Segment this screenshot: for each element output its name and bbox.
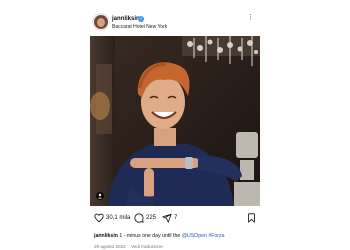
more-icon[interactable]: ⋮ xyxy=(247,14,254,21)
instagram-post: jannliksin ✓ Baccarat Hotel New York ⋮ 3… xyxy=(90,12,260,249)
heart-icon xyxy=(94,213,104,223)
verified-badge-icon: ✓ xyxy=(138,16,144,22)
caption-mention[interactable]: @USOpen xyxy=(182,233,207,239)
photo-illustration xyxy=(90,36,260,206)
comment-icon xyxy=(134,213,144,223)
post-caption: jannliksin 1 - minus one day until the @… xyxy=(94,233,262,240)
save-button[interactable] xyxy=(247,212,256,224)
post-date: 28 agosto 2022 xyxy=(94,244,126,249)
post-meta: 28 agosto 2022 Vedi traduzione xyxy=(94,244,163,250)
bookmark-icon xyxy=(248,213,255,223)
translate-link[interactable]: Vedi traduzione xyxy=(131,244,163,249)
avatar[interactable] xyxy=(94,15,108,29)
comment-count[interactable]: 225 xyxy=(146,212,156,224)
caption-text: 1 - minus one day until the xyxy=(119,233,181,239)
user-tag-icon[interactable] xyxy=(96,192,104,200)
share-count[interactable]: 7 xyxy=(174,212,177,224)
share-button[interactable]: 7 xyxy=(162,212,177,224)
caption-hashtag[interactable]: #Forza xyxy=(208,233,224,239)
location[interactable]: Baccarat Hotel New York xyxy=(112,24,167,30)
like-count[interactable]: 30,1 mila xyxy=(106,212,130,224)
post-header: jannliksin ✓ Baccarat Hotel New York ⋮ xyxy=(90,12,260,34)
action-bar: 30,1 mila 225 7 xyxy=(90,212,260,224)
avatar-face xyxy=(97,18,105,27)
like-button[interactable]: 30,1 mila xyxy=(94,212,130,224)
send-icon xyxy=(162,213,172,223)
post-photo[interactable] xyxy=(90,36,260,206)
comment-button[interactable]: 225 xyxy=(134,212,156,224)
caption-username[interactable]: jannliksin xyxy=(94,233,118,239)
username[interactable]: jannliksin xyxy=(112,16,140,23)
